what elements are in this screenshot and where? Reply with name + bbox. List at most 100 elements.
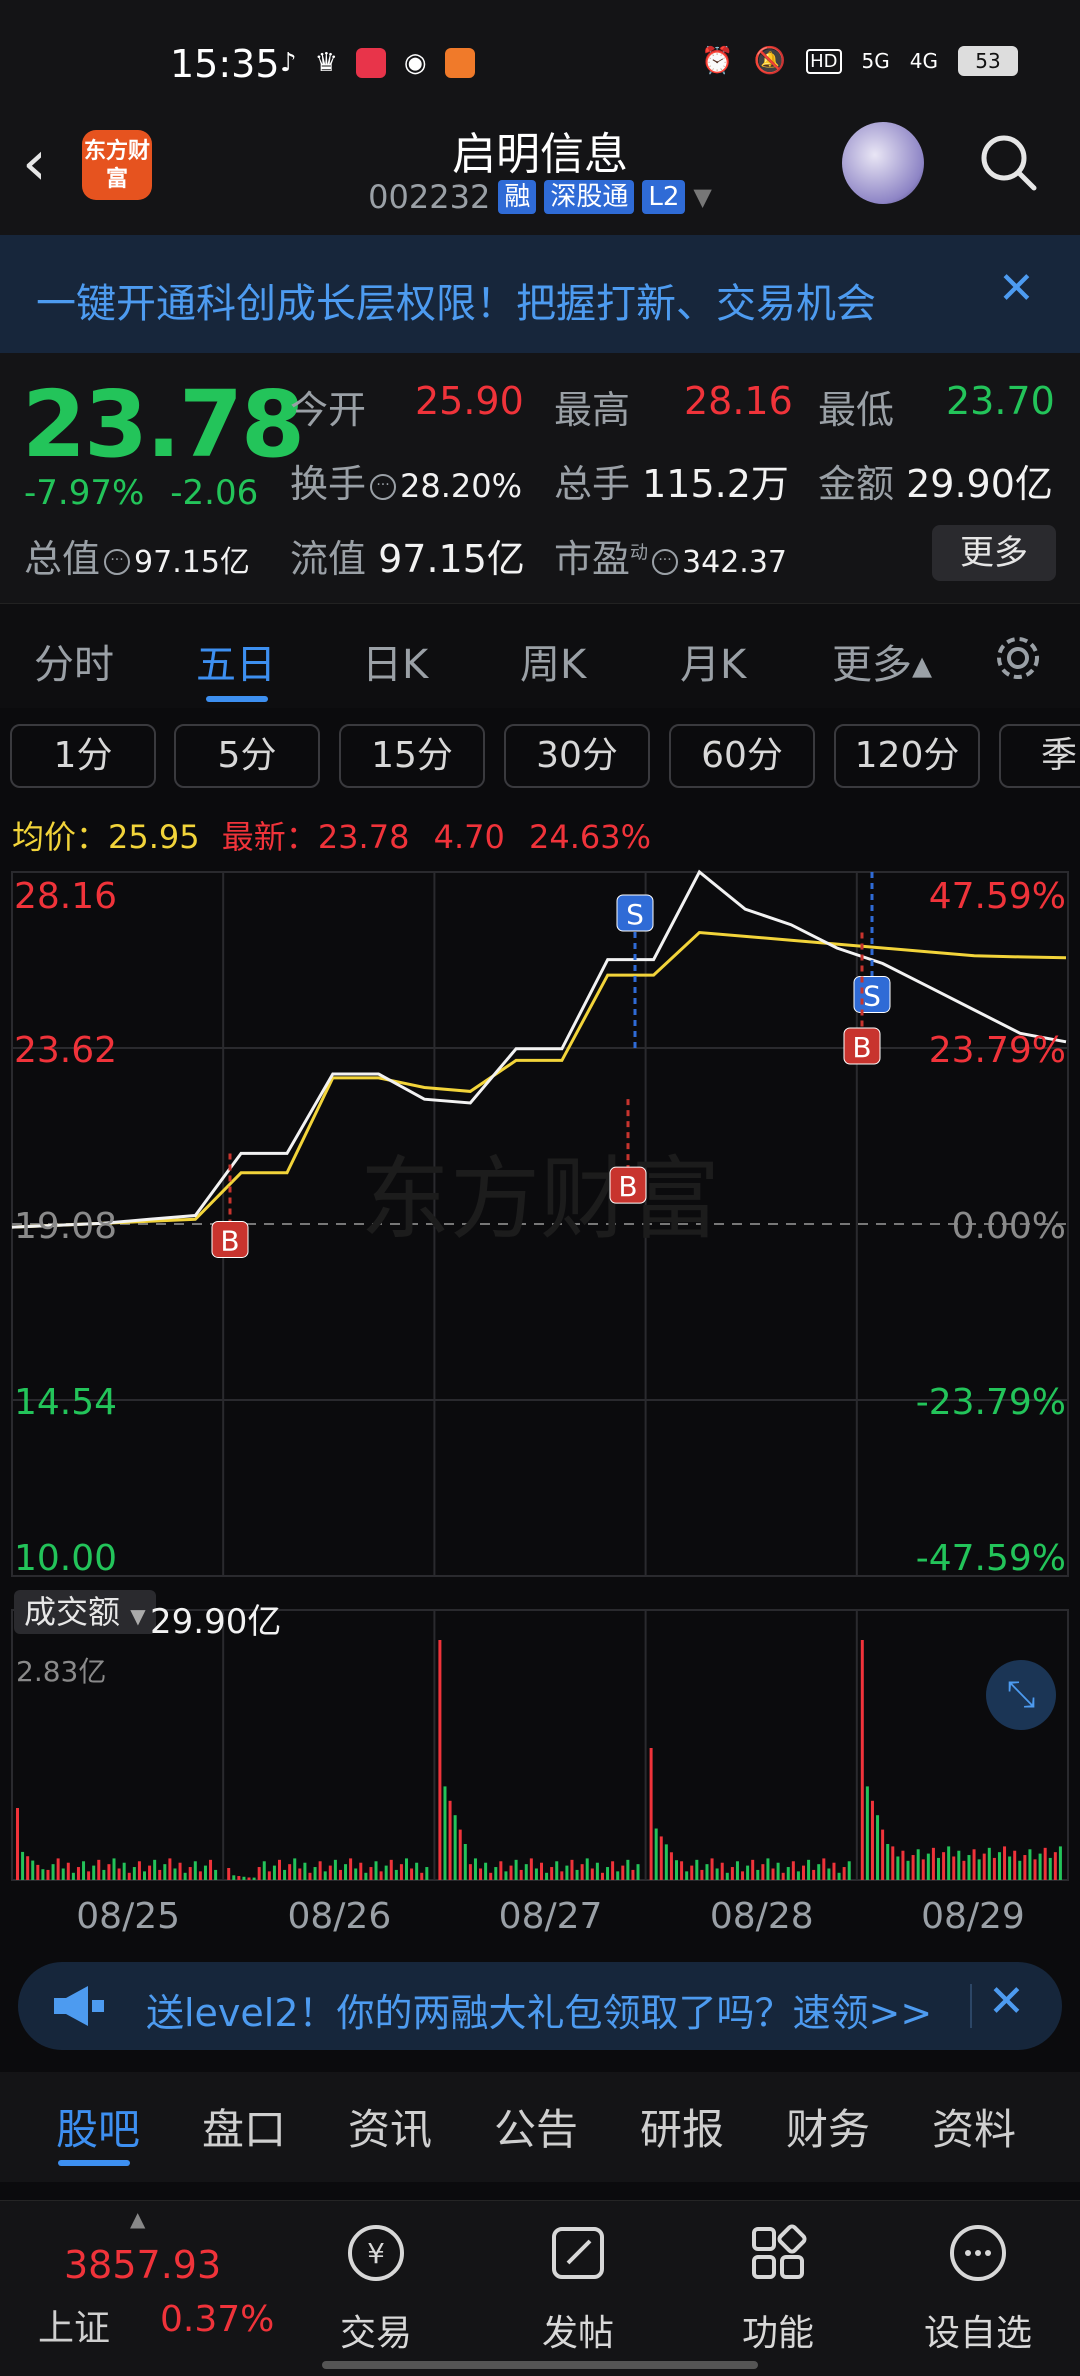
volume-max: 2.83亿 — [16, 1655, 107, 1688]
volume-bar — [308, 1872, 312, 1880]
five-day-chart[interactable]: 东方财富 BBSSB 28.1623.6219.0814.5410.00 47.… — [0, 860, 1080, 1950]
float-value: 97.15亿 — [378, 537, 525, 581]
signal-label: B — [220, 1224, 239, 1257]
tab-news[interactable]: 资讯 — [348, 2096, 432, 2157]
volume-bar — [252, 1877, 256, 1880]
volume-bar — [425, 1867, 429, 1880]
volume-bar — [705, 1864, 709, 1880]
tab-finance[interactable]: 财务 — [786, 2096, 870, 2157]
period-60min[interactable]: 60分 — [669, 724, 815, 788]
banner-text[interactable]: 一键开通科创成长层权限！把握打新、交易机会 — [36, 271, 876, 329]
tab-monthly-k[interactable]: 月K — [680, 632, 746, 690]
level2-promo[interactable]: 送level2！你的两融大礼包领取了吗？速领>> ✕ — [18, 1962, 1062, 2050]
volume-bar — [137, 1861, 141, 1880]
volume-bar — [66, 1862, 70, 1880]
gear-icon[interactable] — [990, 630, 1046, 686]
volume-bar — [453, 1815, 457, 1880]
volume-bar — [1043, 1847, 1047, 1880]
tab-orderbook[interactable]: 盘口 — [202, 2096, 286, 2157]
volume-selector[interactable]: 成交额 ▼ — [14, 1590, 156, 1634]
y-tick-left: 19.08 — [14, 1206, 117, 1247]
low-field: 最低 — [818, 379, 894, 434]
tab-guba[interactable]: 股吧 — [56, 2096, 140, 2157]
promo-text[interactable]: 送level2！你的两融大礼包领取了吗？速领>> — [146, 1982, 932, 2037]
volume-bar — [550, 1867, 554, 1880]
low-label: 最低 — [818, 388, 895, 432]
volume-bar — [148, 1865, 152, 1880]
tab-announcements[interactable]: 公告 — [494, 2096, 578, 2157]
more-button[interactable]: 更多 — [932, 525, 1056, 581]
tab-weekly-k[interactable]: 周K — [520, 632, 586, 690]
period-120min[interactable]: 120分 — [834, 724, 980, 788]
signal-label: S — [863, 979, 881, 1012]
y-tick-right: 23.79% — [929, 1030, 1066, 1071]
period-1min[interactable]: 1分 — [10, 724, 156, 788]
mktcap-field[interactable]: 总值 ··· 97.15亿 — [24, 528, 250, 583]
price-change: -7.97% -2.06 — [24, 473, 258, 513]
index-name[interactable]: 上证 — [38, 2299, 110, 2351]
period-30min[interactable]: 30分 — [504, 724, 650, 788]
volume-bar — [214, 1869, 218, 1880]
volume-bar — [967, 1855, 971, 1880]
volume-bar — [870, 1800, 874, 1880]
volume-bar — [323, 1871, 327, 1880]
x-tick-label: 08/28 — [710, 1896, 814, 1937]
volume-bar — [751, 1859, 755, 1880]
volume-bar — [545, 1872, 549, 1880]
dropdown-arrow-icon: ▼ — [693, 183, 712, 211]
chart-tabs: 分时 五日 日K 周K 月K 更多▴ — [0, 603, 1080, 708]
period-5min[interactable]: 5分 — [174, 724, 320, 788]
tab-daily-k[interactable]: 日K — [362, 632, 428, 690]
close-icon[interactable]: ✕ — [998, 263, 1035, 314]
nav-label: 功能 — [741, 2313, 814, 2354]
tab-five-day[interactable]: 五日 — [196, 632, 276, 690]
volume-bar — [389, 1859, 393, 1880]
info-icon[interactable]: ··· — [370, 473, 397, 500]
volume-bar — [735, 1861, 739, 1880]
volume-bar — [1003, 1846, 1007, 1880]
tab-intraday[interactable]: 分时 — [34, 632, 114, 690]
period-15min[interactable]: 15分 — [339, 724, 485, 788]
expand-icon[interactable]: ⤡ — [986, 1660, 1056, 1730]
volume-bar — [847, 1861, 851, 1880]
index-pct[interactable]: 0.37% — [160, 2299, 274, 2340]
nav-add-watchlist[interactable]: 设自选 — [908, 2221, 1048, 2356]
search-icon[interactable] — [978, 132, 1038, 192]
pe-field[interactable]: 市盈动 ··· 342.37 — [554, 528, 787, 583]
nav-trade[interactable]: ¥ 交易 — [306, 2221, 446, 2356]
x-tick-label: 08/29 — [921, 1896, 1025, 1937]
volume-bar — [802, 1865, 805, 1880]
info-icon[interactable]: ··· — [104, 548, 131, 575]
info-icon[interactable]: ··· — [652, 548, 679, 575]
latest-change: 4.70 — [433, 818, 505, 856]
y-tick-right: 47.59% — [929, 876, 1066, 917]
volume-bar — [690, 1865, 694, 1880]
volume-bar — [349, 1858, 353, 1880]
volume-bar — [168, 1858, 172, 1880]
volume-bar — [524, 1864, 528, 1880]
index-value[interactable]: 3857.93 — [64, 2243, 221, 2287]
y-tick-left: 14.54 — [14, 1382, 117, 1423]
volume-bar — [654, 1828, 658, 1880]
tab-profile[interactable]: 资料 — [932, 2096, 1016, 2157]
tab-more[interactable]: 更多▴ — [832, 632, 932, 690]
amount-field: 金额 29.90亿 — [818, 453, 1053, 508]
volume-total: 29.90亿 — [150, 1602, 282, 1642]
volume-bar — [570, 1859, 574, 1880]
nav-functions[interactable]: 功能 — [708, 2221, 848, 2356]
volume-bar — [606, 1867, 610, 1880]
assistant-robot-icon[interactable] — [842, 122, 924, 204]
close-icon[interactable]: ✕ — [988, 1976, 1025, 2027]
volume-bar — [1048, 1857, 1052, 1880]
volume-bar — [881, 1829, 885, 1880]
volume-bar — [776, 1862, 780, 1880]
nav-post[interactable]: 发帖 — [508, 2221, 648, 2356]
volume-bar — [1023, 1855, 1027, 1880]
turnover-field[interactable]: 换手 ··· 28.20% — [290, 453, 522, 508]
tag-level2: L2 — [642, 180, 686, 214]
volume-bar — [198, 1871, 202, 1880]
tab-research[interactable]: 研报 — [640, 2096, 724, 2157]
promo-banner[interactable]: 一键开通科创成长层权限！把握打新、交易机会 ✕ — [0, 235, 1080, 353]
period-quarter[interactable]: 季 — [999, 724, 1080, 788]
signal-label: B — [618, 1170, 637, 1203]
